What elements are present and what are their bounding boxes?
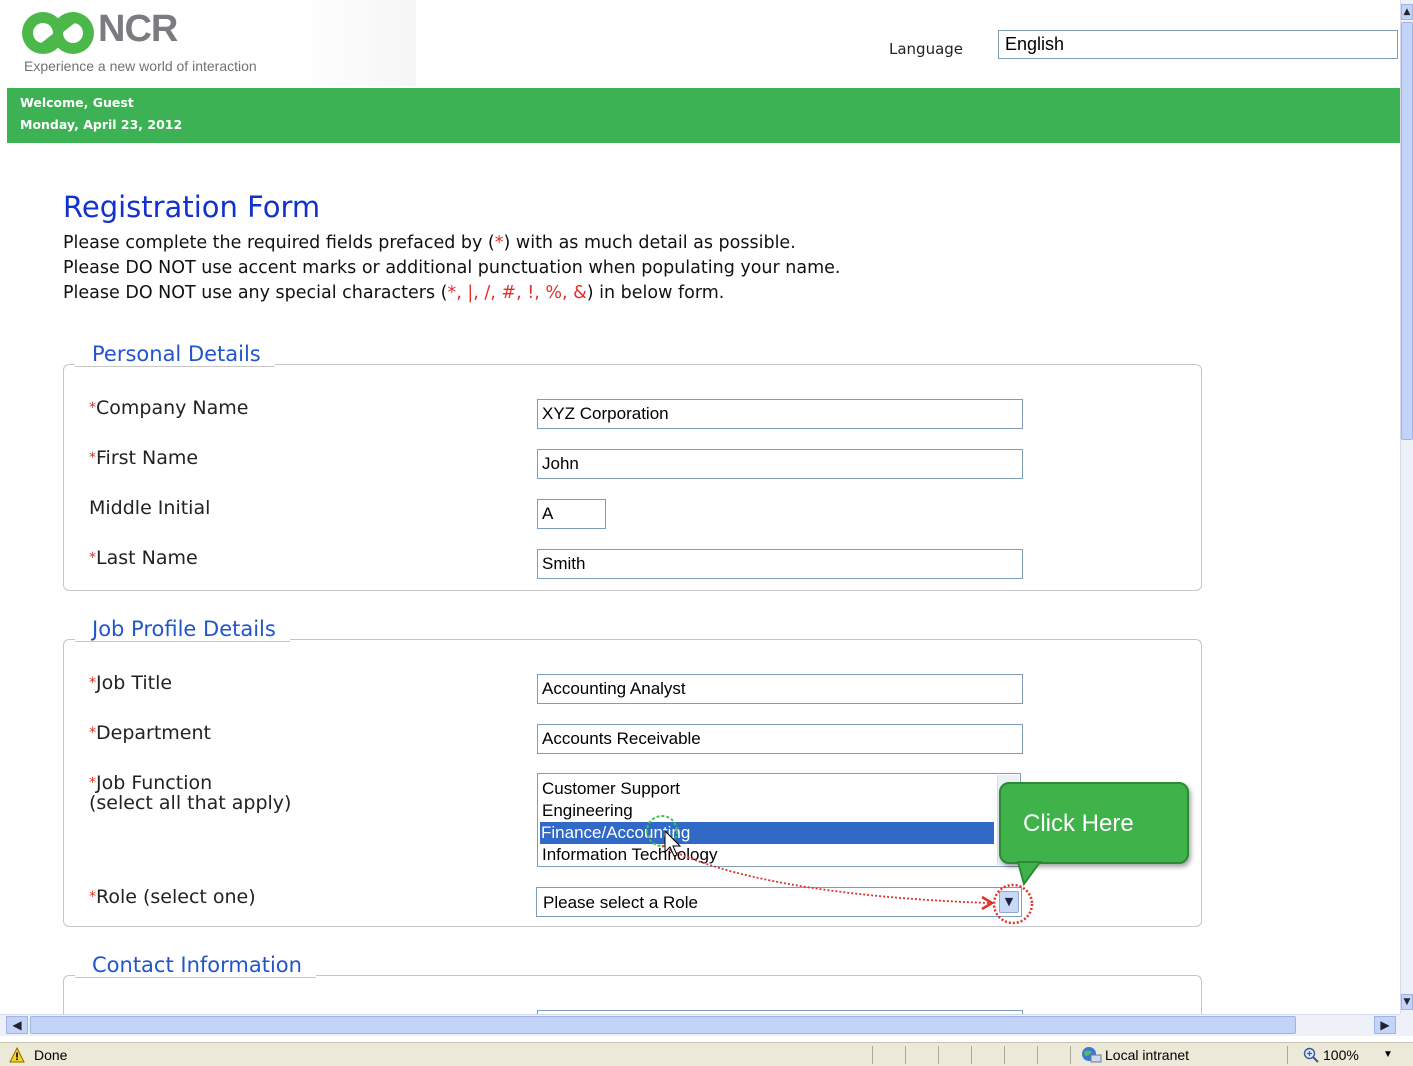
contact-info-legend: Contact Information (75, 953, 316, 978)
scrollbar-corner (1400, 1014, 1413, 1036)
status-divider (1004, 1046, 1005, 1064)
browser-status-bar: Done Local intranet 100% ▼ (0, 1042, 1413, 1066)
dropdown-arrow-icon[interactable]: ▼ (999, 891, 1019, 913)
company-name-input[interactable]: XYZ Corporation (537, 399, 1023, 429)
intro-line-2: Please DO NOT use accent marks or additi… (63, 258, 841, 278)
language-label: Language (889, 40, 964, 58)
job-title-input[interactable]: Accounting Analyst (537, 674, 1023, 704)
role-label: *Role (select one) (89, 886, 256, 908)
status-divider (1287, 1046, 1288, 1064)
welcome-date: Monday, April 23, 2012 (20, 117, 183, 132)
job-function-label: *Job Function (89, 772, 213, 794)
status-divider (1037, 1046, 1038, 1064)
status-divider (905, 1046, 906, 1064)
scroll-up-arrow[interactable]: ▲ (1401, 4, 1413, 20)
status-divider (1070, 1046, 1071, 1064)
middle-initial-input[interactable]: A (537, 499, 606, 529)
job-function-option[interactable]: Engineering (541, 800, 995, 822)
zoom-icon[interactable] (1303, 1047, 1319, 1063)
last-name-label: *Last Name (89, 547, 198, 569)
click-here-callout: Click Here (999, 782, 1189, 864)
zoom-dropdown-icon[interactable]: ▼ (1383, 1049, 1393, 1060)
page-viewport: NCR Experience a new world of interactio… (0, 0, 1400, 1014)
scroll-down-arrow[interactable]: ▼ (1401, 994, 1413, 1010)
site-header-logo-area: NCR Experience a new world of interactio… (0, 0, 416, 86)
intro-line-1: Please complete the required fields pref… (63, 233, 796, 253)
job-function-hint: (select all that apply) (89, 792, 292, 814)
warning-icon[interactable] (9, 1047, 25, 1063)
status-divider (938, 1046, 939, 1064)
callout-text: Click Here (1023, 810, 1134, 837)
horizontal-scroll-thumb[interactable] (30, 1016, 1296, 1034)
job-title-label: *Job Title (89, 672, 173, 694)
scroll-left-arrow[interactable]: ◀ (6, 1016, 28, 1034)
job-function-listbox[interactable]: Customer Support Engineering Finance/Acc… (537, 773, 1021, 867)
job-profile-legend: Job Profile Details (75, 617, 290, 642)
status-text: Done (34, 1047, 68, 1063)
job-function-option[interactable]: Information Technology (541, 844, 995, 866)
welcome-greeting: Welcome, Guest (20, 95, 134, 110)
zoom-level[interactable]: 100% (1323, 1047, 1359, 1063)
middle-initial-label: Middle Initial (89, 497, 211, 519)
status-divider (872, 1046, 873, 1064)
company-name-label: *Company Name (89, 397, 249, 419)
welcome-bar: Welcome, Guest Monday, April 23, 2012 (7, 88, 1400, 143)
logo-text: NCR (98, 8, 178, 50)
job-function-option[interactable]: Customer Support (541, 778, 995, 800)
logo-tagline: Experience a new world of interaction (24, 58, 257, 74)
language-select[interactable]: English (998, 30, 1398, 59)
role-select[interactable]: Please select a Role (536, 887, 1022, 917)
vertical-scroll-thumb[interactable] (1401, 22, 1413, 440)
scroll-right-arrow[interactable]: ▶ (1374, 1016, 1396, 1034)
contact-info-fieldset (63, 975, 1202, 1014)
first-name-input[interactable]: John (537, 449, 1023, 479)
page-title: Registration Form (63, 190, 321, 224)
globe-icon (1082, 1047, 1102, 1063)
department-label: *Department (89, 722, 211, 744)
status-divider (971, 1046, 972, 1064)
ncr-logo-icon (22, 12, 94, 54)
security-zone-text: Local intranet (1105, 1047, 1190, 1063)
personal-details-legend: Personal Details (75, 342, 275, 367)
department-input[interactable]: Accounts Receivable (537, 724, 1023, 754)
first-name-label: *First Name (89, 447, 199, 469)
intro-line-3: Please DO NOT use any special characters… (63, 283, 725, 303)
job-function-option-selected[interactable]: Finance/Accounting (540, 822, 994, 844)
last-name-input[interactable]: Smith (537, 549, 1023, 579)
